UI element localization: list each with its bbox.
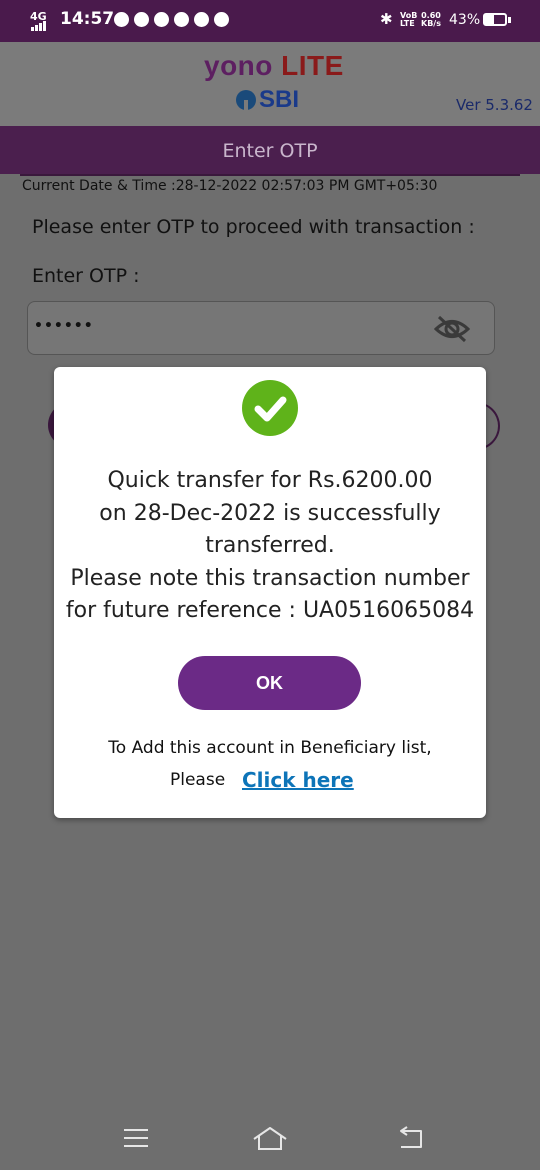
- otp-input-value: ••••••: [34, 318, 94, 334]
- chat-icon: [154, 12, 169, 27]
- please-text: Please: [170, 770, 226, 790]
- yono-logo: yono LITE: [204, 50, 344, 82]
- otp-label: Enter OTP :: [32, 265, 140, 287]
- edit-icon: [194, 12, 209, 27]
- home-icon[interactable]: [251, 1125, 289, 1157]
- battery-icon: [483, 13, 507, 26]
- status-bar: 4G 14:57 ✱ VoB LTE 0.60 KB/s 43%: [0, 0, 540, 42]
- otp-input[interactable]: [27, 301, 495, 355]
- sbi-logo: SBI: [236, 86, 299, 114]
- success-message: Quick transfer for Rs.6200.00 on 28-Dec-…: [54, 465, 486, 628]
- message-icon: [114, 12, 129, 27]
- otp-prompt: Please enter OTP to proceed with transac…: [32, 216, 475, 238]
- sbi-logo-icon: [236, 90, 256, 110]
- beneficiary-text: To Add this account in Beneficiary list,: [108, 738, 432, 758]
- battery-percent: 43%: [449, 12, 481, 28]
- message-line: for future reference : UA0516065084: [65, 598, 475, 623]
- notification-icons: [114, 12, 229, 27]
- menu-icon[interactable]: [122, 1127, 150, 1153]
- message-line: Quick transfer for Rs.6200.00: [107, 468, 433, 493]
- message-line: on 28-Dec-2022 is successfully: [99, 500, 441, 526]
- check-circle-icon: [242, 380, 298, 436]
- signal-icon: [31, 21, 46, 31]
- clock: 14:57: [60, 9, 115, 29]
- network-speed: 0.60 KB/s: [421, 12, 441, 28]
- speed-unit: KB/s: [421, 19, 441, 28]
- browser-icon: [214, 12, 229, 27]
- message-line: transferred.: [205, 533, 335, 558]
- sbi-logo-text: SBI: [259, 86, 300, 113]
- leaf-icon: [174, 12, 189, 27]
- back-icon[interactable]: [397, 1125, 427, 1155]
- app-version: Ver 5.3.62: [456, 96, 533, 114]
- app-icon: [134, 12, 149, 27]
- logo-lite-text: LITE: [281, 50, 344, 81]
- battery-tip: [508, 17, 511, 23]
- current-datetime: Current Date & Time :28-12-2022 02:57:03…: [22, 178, 438, 194]
- click-here-link[interactable]: Click here: [242, 768, 354, 792]
- page-title: Enter OTP: [0, 126, 540, 174]
- divider: [20, 174, 520, 176]
- message-line: Please note this transaction number: [70, 565, 470, 591]
- volte-indicator: VoB LTE: [400, 12, 417, 28]
- lte-label: LTE: [400, 19, 415, 28]
- bluetooth-icon: ✱: [380, 10, 393, 28]
- ok-button[interactable]: OK: [178, 656, 361, 710]
- eye-off-icon[interactable]: [433, 314, 471, 348]
- logo-yono-text: yono: [204, 50, 273, 81]
